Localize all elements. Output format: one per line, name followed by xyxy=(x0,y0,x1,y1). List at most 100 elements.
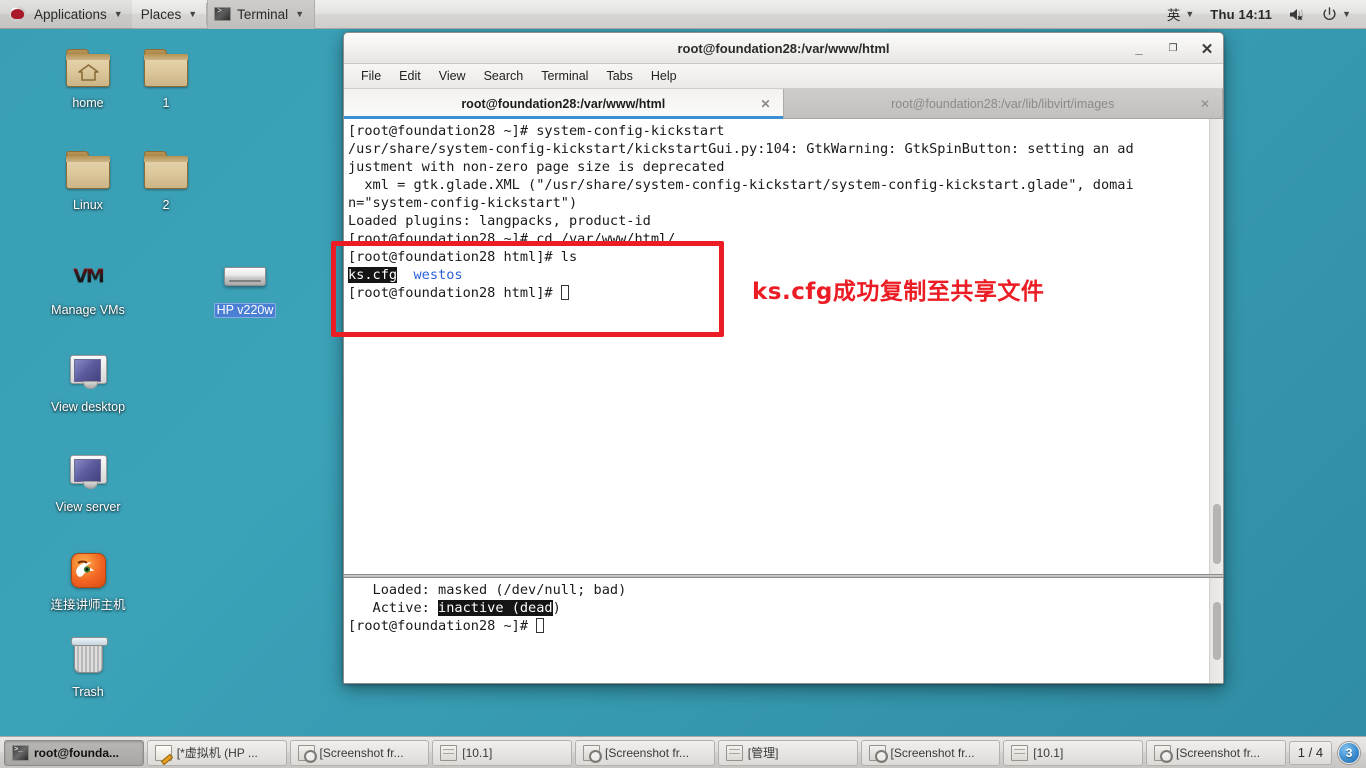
applications-menu-label: Applications xyxy=(34,6,107,22)
term-line: Loaded: masked (/dev/null; bad) xyxy=(348,582,627,598)
screenshot-icon xyxy=(583,744,602,763)
screenshot-icon xyxy=(868,744,888,763)
desktop-icon-view-desktop[interactable]: View desktop xyxy=(39,352,137,415)
close-button[interactable]: ✕ xyxy=(1197,39,1217,59)
scrollbar-top-pane[interactable] xyxy=(1209,119,1223,574)
terminal-output-top[interactable]: [root@foundation28 ~]# system-config-kic… xyxy=(344,119,1209,574)
term-line: [root@foundation28 html]# ls xyxy=(348,249,578,265)
taskbar-item-label: [管理] xyxy=(747,746,779,760)
taskbar-item-label: root@founda... xyxy=(34,745,120,760)
folder-icon xyxy=(64,150,112,194)
taskbar-item-screenshot-2[interactable]: [Screenshot fr... xyxy=(575,739,715,766)
terminal-prompt-bottom: [root@foundation28 ~]# xyxy=(348,618,537,634)
screenshot-icon xyxy=(1154,744,1173,763)
term-line: [root@foundation28 ~]# cd /var/www/html/ xyxy=(348,231,676,247)
taskbar-item-label: [10.1] xyxy=(462,745,493,760)
applications-menu[interactable]: Applications ▼ xyxy=(0,0,132,29)
panel-window-terminal[interactable]: Terminal ▼ xyxy=(207,0,316,29)
taskbar-item-10-1-a[interactable]: [10.1] xyxy=(432,739,572,766)
places-menu[interactable]: Places ▼ xyxy=(132,0,206,29)
term-line: n="system-config-kickstart") xyxy=(348,195,578,211)
redhat-logo-icon xyxy=(9,5,26,23)
desktop-icon-hp-v220w[interactable]: HP v220w xyxy=(196,255,294,318)
terminal-pane-bottom[interactable]: Loaded: masked (/dev/null; bad) Active: … xyxy=(344,578,1223,683)
tab-libvirt-images[interactable]: root@foundation28:/var/lib/libvirt/image… xyxy=(784,89,1223,118)
terminal-icon xyxy=(12,744,29,761)
taskbar-item-management[interactable]: [管理] xyxy=(717,739,858,766)
terminal-window[interactable]: root@foundation28:/var/www/html _ ❐ ✕ Fi… xyxy=(343,32,1224,684)
page-indicator: 1 / 4 xyxy=(1288,740,1333,765)
volume-indicator[interactable] xyxy=(1281,0,1313,29)
menu-file[interactable]: File xyxy=(352,67,390,85)
term-line: [root@foundation28 ~]# system-config-kic… xyxy=(348,123,725,139)
input-method-indicator[interactable]: 英 ▼ xyxy=(1160,0,1201,29)
notepad-icon xyxy=(154,744,172,761)
desktop-icon-view-server[interactable]: View server xyxy=(39,452,137,515)
desktop-icon-1[interactable]: 1 xyxy=(117,48,215,111)
menu-bar: File Edit View Search Terminal Tabs Help xyxy=(344,64,1223,89)
panel-window-terminal-label: Terminal xyxy=(237,6,289,22)
taskbar-item-label: [Screenshot fr... xyxy=(605,745,690,760)
ls-highlighted-file: ks.cfg xyxy=(348,267,398,283)
terminal-output-bottom[interactable]: Loaded: masked (/dev/null; bad) Active: … xyxy=(344,578,1209,683)
firefox-icon xyxy=(64,550,112,594)
desktop-icon-manage-vms[interactable]: VM Manage VMs xyxy=(39,255,137,318)
taskbar-item-label: [Screenshot fr... xyxy=(890,745,975,760)
taskbar-item-label: [10.1] xyxy=(1033,745,1064,760)
chevron-down-icon: ▼ xyxy=(295,9,305,19)
chevron-down-icon: ▼ xyxy=(1342,9,1351,19)
taskbar-item-10-1-b[interactable]: [10.1] xyxy=(1003,739,1143,766)
chevron-down-icon: ▼ xyxy=(1185,9,1195,19)
annotation-text: ks.cfg成功复制至共享文件 xyxy=(752,279,1045,305)
panel-status-area: 英 ▼ Thu 14:11 ▼ xyxy=(1160,0,1366,29)
tab-label: root@foundation28:/var/www/html xyxy=(461,96,666,111)
clock-label: Thu 14:11 xyxy=(1210,6,1273,22)
menu-terminal[interactable]: Terminal xyxy=(532,67,597,85)
taskbar-item-virtual-machine[interactable]: [*虚拟机 (HP ... xyxy=(146,739,287,766)
taskbar-item-screenshot-3[interactable]: [Screenshot fr... xyxy=(860,739,1001,766)
speaker-muted-icon xyxy=(1288,7,1306,22)
menu-tabs[interactable]: Tabs xyxy=(597,67,641,85)
term-line: xml = gtk.glade.XML ("/usr/share/system-… xyxy=(348,177,1134,193)
scrollbar-bottom-pane[interactable] xyxy=(1209,578,1223,683)
minimize-button[interactable]: _ xyxy=(1129,39,1149,59)
menu-view[interactable]: View xyxy=(430,67,475,85)
desktop-icon-trash[interactable]: Trash xyxy=(39,637,137,700)
desktop-icon-label: HP v220w xyxy=(213,303,277,318)
clock[interactable]: Thu 14:11 xyxy=(1203,0,1279,29)
window-title: root@foundation28:/var/www/html xyxy=(677,40,890,56)
input-method-label: 英 xyxy=(1166,8,1181,23)
menu-help[interactable]: Help xyxy=(642,67,686,85)
taskbar-item-label: [*虚拟机 (HP ... xyxy=(176,746,258,760)
text-cursor xyxy=(560,285,569,300)
taskbar-item-terminal[interactable]: root@founda... xyxy=(4,739,144,766)
desktop-icon-label: 连接讲师主机 xyxy=(50,598,126,612)
menu-search[interactable]: Search xyxy=(475,67,533,85)
tab-html[interactable]: root@foundation28:/var/www/html ✕ xyxy=(344,89,784,119)
ls-directory: westos xyxy=(413,267,463,283)
taskbar-item-screenshot-4[interactable]: [Screenshot fr... xyxy=(1146,739,1286,766)
monitor-icon xyxy=(64,352,112,396)
window-title-bar[interactable]: root@foundation28:/var/www/html _ ❐ ✕ xyxy=(344,33,1223,64)
taskbar-item-label: [Screenshot fr... xyxy=(319,745,404,760)
workspace-indicator[interactable]: 3 xyxy=(1338,741,1361,764)
desktop-icon-connect-instructor-host[interactable]: 连接讲师主机 xyxy=(39,550,137,613)
tab-label: root@foundation28:/var/lib/libvirt/image… xyxy=(891,96,1115,111)
system-menu[interactable]: ▼ xyxy=(1315,0,1358,29)
desktop-icon-label: Linux xyxy=(73,198,103,212)
scrollbar-thumb[interactable] xyxy=(1213,602,1221,660)
chevron-down-icon: ▼ xyxy=(113,9,123,19)
tab-close-icon[interactable]: ✕ xyxy=(1198,97,1212,111)
folder-icon xyxy=(142,48,190,92)
desktop-icon-2[interactable]: 2 xyxy=(117,150,215,213)
tab-close-icon[interactable]: ✕ xyxy=(759,97,773,111)
terminal-icon xyxy=(214,7,232,21)
maximize-button[interactable]: ❐ xyxy=(1163,39,1183,59)
terminal-pane-top[interactable]: [root@foundation28 ~]# system-config-kic… xyxy=(344,119,1223,574)
menu-edit[interactable]: Edit xyxy=(390,67,430,85)
taskbar-item-screenshot-1[interactable]: [Screenshot fr... xyxy=(289,739,430,766)
desktop-icon-label: home xyxy=(72,96,104,110)
status-highlight: inactive (dead xyxy=(438,600,553,616)
file-icon xyxy=(725,744,743,761)
scrollbar-thumb[interactable] xyxy=(1213,504,1221,564)
